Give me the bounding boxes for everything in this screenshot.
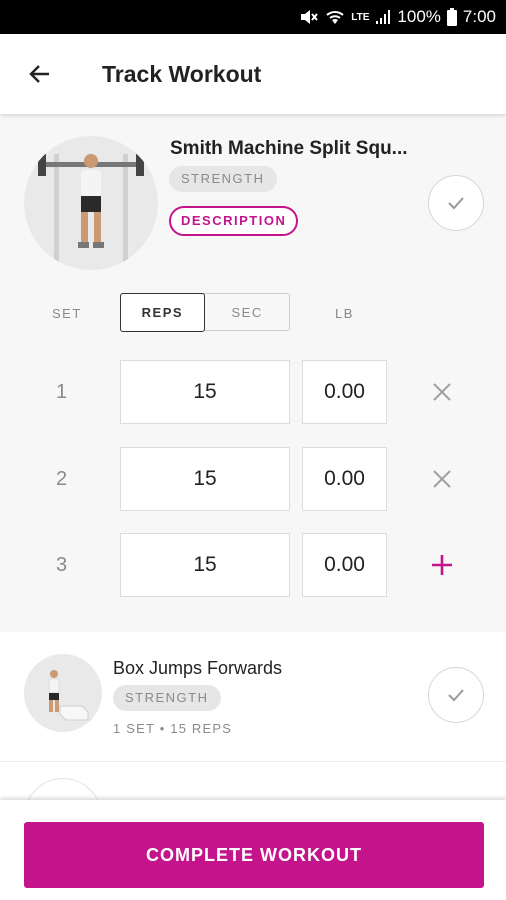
close-icon [433, 470, 451, 488]
back-button[interactable] [22, 56, 58, 92]
reps-input[interactable]: 15 [120, 533, 290, 597]
smith-machine-illustration-icon [38, 154, 144, 264]
plus-icon [432, 555, 452, 575]
add-set-button[interactable] [424, 547, 460, 583]
set-number: 1 [56, 381, 68, 403]
reps-toggle-option[interactable]: REPS [119, 292, 206, 332]
clock: 7:00 [462, 7, 496, 26]
complete-exercise-button[interactable] [428, 667, 484, 723]
weight-column-header: LB [335, 306, 354, 321]
exercise-thumbnail[interactable] [24, 136, 158, 270]
exercise-title: Box Jumps Forwards [113, 658, 283, 678]
remove-set-button[interactable] [424, 374, 460, 410]
bottom-action-bar: COMPLETE WORKOUT [0, 800, 506, 900]
exercise-summary: 1 SET • 15 REPS [113, 721, 233, 736]
sec-toggle-option[interactable]: SEC [205, 294, 289, 330]
checkmark-icon [448, 197, 464, 210]
complete-workout-button[interactable]: COMPLETE WORKOUT [24, 822, 484, 888]
weight-input[interactable]: 0.00 [302, 360, 387, 424]
reps-sec-toggle: REPS SEC [119, 292, 290, 332]
battery-percent: 100% [397, 7, 441, 26]
exercise-thumbnail [24, 654, 102, 732]
back-arrow-icon [29, 65, 49, 83]
battery-icon [446, 8, 457, 26]
close-icon [433, 383, 451, 401]
lte-label: LTE [351, 11, 370, 23]
checkmark-icon [448, 689, 464, 702]
exercise-list-item[interactable]: Box Jumps Forwards STRENGTH 1 SET • 15 R… [0, 632, 506, 762]
description-button[interactable]: DESCRIPTION [169, 206, 299, 236]
weight-input[interactable]: 0.00 [302, 447, 387, 511]
reps-input[interactable]: 15 [120, 447, 290, 511]
category-badge: STRENGTH [113, 685, 221, 711]
set-row: 2 15 0.00 [0, 447, 506, 511]
app-bar: Track Workout [0, 34, 506, 114]
set-row: 1 15 0.00 [0, 360, 506, 424]
status-icons: LTE 100% 7:00 [299, 0, 496, 34]
reps-input[interactable]: 15 [120, 360, 290, 424]
wifi-icon [325, 9, 345, 25]
set-column-header: SET [52, 306, 82, 321]
box-jump-illustration-icon [48, 670, 89, 721]
exercise-title: Smith Machine Split Squ... [170, 138, 408, 159]
set-number: 2 [56, 468, 68, 490]
mute-icon [299, 8, 319, 26]
complete-exercise-button[interactable] [428, 175, 484, 231]
category-badge: STRENGTH [169, 166, 277, 192]
remove-set-button[interactable] [424, 461, 460, 497]
status-bar: LTE 100% 7:00 [0, 0, 506, 34]
weight-input[interactable]: 0.00 [302, 533, 387, 597]
page-title: Track Workout [102, 61, 262, 87]
set-row: 3 15 0.00 [0, 533, 506, 597]
active-exercise-card: Smith Machine Split Squ... STRENGTH DESC… [0, 114, 506, 632]
signal-icon [375, 9, 391, 25]
set-number: 3 [56, 554, 68, 576]
